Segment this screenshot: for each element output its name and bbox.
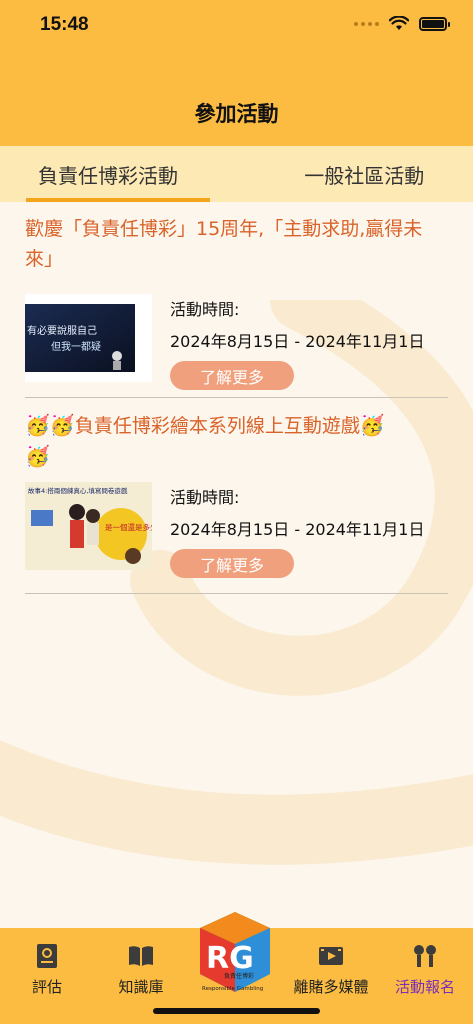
event-time-label: 活動時間: [170, 488, 240, 507]
signal-icon [354, 21, 379, 26]
rg-logo[interactable]: RG 負責任博彩 Responsible Gambling [196, 910, 274, 996]
event-thumbnail[interactable]: 故事4:搭兩個練真心,填寫問卷遊戲 是一個還是多少 [25, 482, 152, 570]
event-thumbnail[interactable]: 有必要說服自己 但我一都疑 [25, 294, 152, 382]
tab-community[interactable]: 一般社區活動 [256, 146, 473, 202]
video-icon [319, 947, 343, 965]
page-title: 參加活動 [194, 102, 279, 126]
event-title[interactable]: 🥳🥳負責任博彩繪本系列線上互動遊戲🥳 🥳 [25, 410, 448, 472]
nav-item-assessment[interactable]: 評估 [2, 942, 92, 997]
divider [25, 593, 448, 594]
event-info: 活動時間: 2024年8月15日 - 2024年11月1日 了解更多 [170, 484, 424, 578]
event-card[interactable]: 🥳🥳負責任博彩繪本系列線上互動遊戲🥳 🥳 故事4:搭兩個練真心,填寫問卷遊戲 是… [25, 410, 448, 578]
nav-label: 評估 [31, 978, 62, 996]
event-time-label: 活動時間: [170, 300, 240, 319]
divider [25, 397, 448, 398]
nav-item-multimedia[interactable]: 離賭多媒體 [286, 942, 376, 997]
event-info: 活動時間: 2024年8月15日 - 2024年11月1日 了解更多 [170, 296, 424, 390]
tab-responsible-gambling[interactable]: 負責任博彩活動 [0, 146, 256, 202]
learn-more-button[interactable]: 了解更多 [170, 549, 294, 578]
event-dates: 2024年8月15日 - 2024年11月1日 [170, 520, 425, 539]
background-swirl [0, 300, 473, 865]
status-time: 15:48 [40, 14, 89, 35]
party-face-icon: 🥳 [359, 413, 385, 437]
thumb-text-1: 有必要說服自己 [27, 324, 97, 337]
event-title[interactable]: 歡慶「負責任博彩」15周年,「主動求助,贏得未來」 [25, 214, 448, 274]
home-indicator [153, 1008, 320, 1014]
status-icons [354, 16, 450, 31]
logo-cn: 負責任博彩 [224, 972, 254, 980]
party-face-icon: 🥳 [25, 444, 50, 468]
event-dates: 2024年8月15日 - 2024年11月1日 [170, 332, 425, 351]
nav-label: 知識庫 [118, 978, 164, 996]
thumb-text-2: 但我一都疑 [51, 341, 101, 353]
battery-icon [419, 16, 450, 31]
party-face-icon: 🥳🥳 [25, 413, 75, 437]
event-card[interactable]: 歡慶「負責任博彩」15周年,「主動求助,贏得未來」 有必要說服自己 但我一都疑 … [25, 214, 448, 390]
activity-icon [414, 945, 436, 967]
assessment-icon [37, 944, 57, 968]
logo-letters: RG [206, 941, 254, 976]
logo-text: Responsible Gambling [202, 986, 263, 992]
learn-more-button[interactable]: 了解更多 [170, 361, 294, 390]
wifi-icon [389, 16, 409, 30]
nav-item-activities[interactable]: 活動報名 [380, 942, 470, 997]
nav-item-knowledge[interactable]: 知識庫 [96, 942, 186, 997]
nav-label: 離賭多媒體 [293, 978, 369, 996]
thumb-text-1: 故事4:搭兩個練真心,填寫問卷遊戲 [28, 486, 128, 495]
nav-label: 活動報名 [394, 978, 455, 996]
event-title-text: 負責任博彩繪本系列線上互動遊戲 [74, 415, 360, 437]
book-icon [129, 946, 153, 966]
tab-bar: 負責任博彩活動 一般社區活動 [0, 146, 473, 202]
header-bar: 15:48 參加活動 [0, 0, 473, 146]
thumb-text-2: 是一個還是多少 [105, 522, 152, 532]
